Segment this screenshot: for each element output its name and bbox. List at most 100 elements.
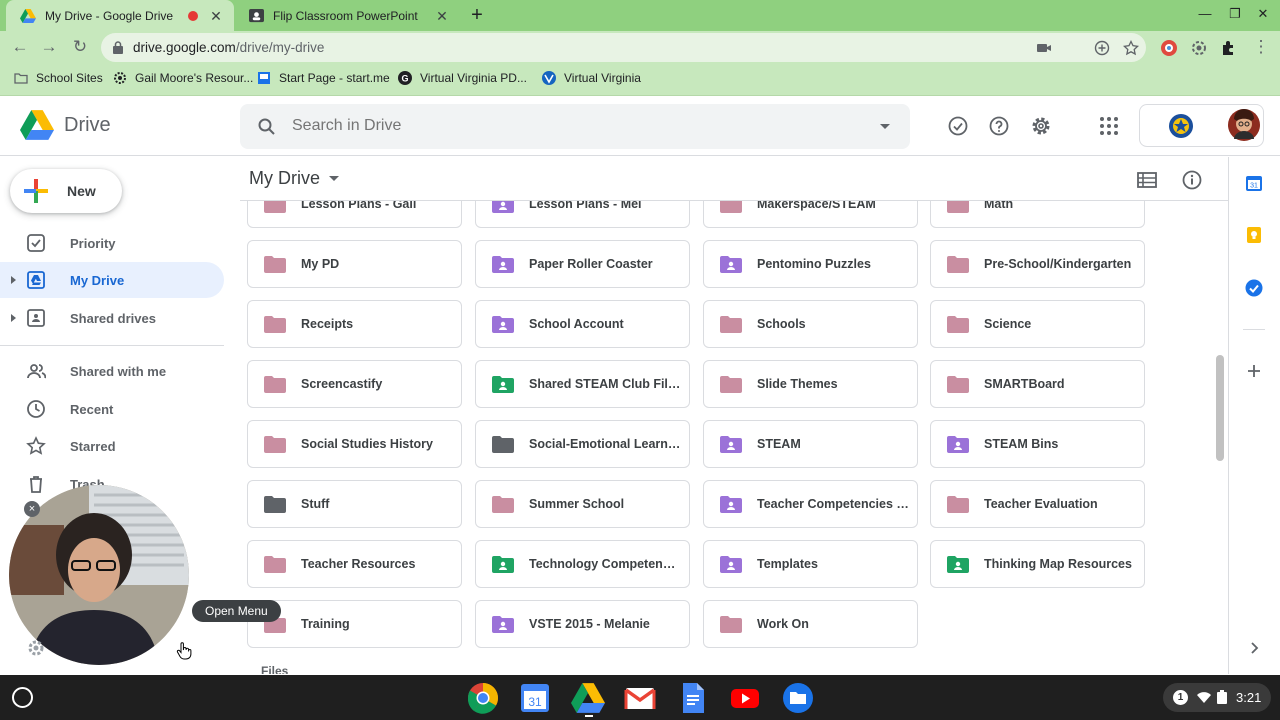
minimize-icon[interactable]: — — [1196, 6, 1214, 21]
forward-icon[interactable]: → — [38, 36, 60, 58]
sidebar-item-my-drive[interactable]: My Drive — [0, 262, 224, 298]
apps-grid-icon[interactable] — [1098, 115, 1120, 137]
folder-item[interactable]: Teacher Evaluation — [930, 480, 1145, 528]
back-icon[interactable]: ← — [9, 36, 31, 58]
offline-ready-icon[interactable] — [947, 115, 969, 137]
sidebar-item-recent[interactable]: Recent — [0, 391, 224, 427]
folder-item[interactable]: Pentomino Puzzles — [703, 240, 918, 288]
folder-item[interactable]: School Account — [475, 300, 690, 348]
search-input[interactable] — [292, 115, 852, 137]
calendar-icon[interactable]: 31 — [1245, 174, 1263, 192]
chevron-right-icon[interactable] — [1245, 639, 1263, 657]
bookmark-star-icon[interactable] — [1123, 40, 1139, 56]
folder-item[interactable]: Schools — [703, 300, 918, 348]
close-tab-icon[interactable]: ✕ — [434, 8, 450, 24]
chevron-down-icon[interactable] — [329, 176, 339, 181]
folder-item[interactable]: Social-Emotional Learnin... — [475, 420, 690, 468]
folder-item[interactable]: STEAM — [703, 420, 918, 468]
avatar[interactable] — [1228, 109, 1260, 141]
folder-icon — [14, 73, 28, 84]
bookmark-gail-moore[interactable]: Gail Moore's Resour... — [113, 71, 253, 85]
extensions-puzzle-icon[interactable] — [1220, 39, 1238, 57]
extension-gear-icon[interactable] — [1190, 39, 1208, 57]
bookmark-virtual-virginia-pd[interactable]: G Virtual Virginia PD... — [398, 71, 527, 85]
folder-item[interactable]: VSTE 2015 - Melanie — [475, 600, 690, 648]
organization-logo-icon[interactable] — [1168, 113, 1194, 139]
folder-item[interactable]: Pre-School/Kindergarten — [930, 240, 1145, 288]
folder-item[interactable]: Summer School — [475, 480, 690, 528]
folder-item[interactable]: Stuff — [247, 480, 462, 528]
folder-item[interactable]: Screencastify — [247, 360, 462, 408]
folder-item[interactable]: Teacher Resources — [247, 540, 462, 588]
folder-item[interactable]: Makerspace/STEAM — [703, 201, 918, 228]
reload-icon[interactable]: ↻ — [69, 36, 91, 58]
notification-count-badge[interactable]: 1 — [1173, 690, 1188, 705]
folder-name: Stuff — [301, 497, 330, 511]
close-window-icon[interactable]: ✕ — [1254, 6, 1272, 22]
new-tab-button[interactable]: + — [466, 4, 488, 26]
docs-app-icon[interactable] — [676, 681, 710, 715]
folder-item[interactable]: SMARTBoard — [930, 360, 1145, 408]
new-button-label: New — [67, 183, 96, 199]
bookmark-start-page[interactable]: Start Page - start.me — [257, 71, 390, 85]
drive-logo[interactable]: Drive — [20, 110, 111, 140]
files-app-icon[interactable] — [781, 681, 815, 715]
sidebar-item-starred[interactable]: Starred — [0, 428, 224, 464]
search-icon[interactable] — [257, 117, 277, 137]
camera-icon[interactable] — [1036, 40, 1052, 56]
folder-item[interactable]: Thinking Map Resources — [930, 540, 1145, 588]
folder-item[interactable]: Shared STEAM Club Files — [475, 360, 690, 408]
breadcrumb[interactable]: My Drive — [249, 168, 339, 189]
help-icon[interactable] — [988, 115, 1010, 137]
folder-item[interactable]: Work On — [703, 600, 918, 648]
folder-item[interactable]: Technology Competencies — [475, 540, 690, 588]
add-install-icon[interactable] — [1094, 40, 1110, 56]
info-icon[interactable] — [1181, 169, 1203, 191]
drive-app-icon[interactable] — [571, 681, 605, 715]
tab-my-drive[interactable]: My Drive - Google Drive ✕ — [6, 0, 234, 31]
folder-item[interactable]: Lesson Plans - Mel — [475, 201, 690, 228]
sidebar-item-priority[interactable]: Priority — [0, 225, 224, 261]
folder-item[interactable]: Slide Themes — [703, 360, 918, 408]
address-bar[interactable]: drive.google.com/drive/my-drive — [101, 33, 1146, 62]
settings-gear-icon[interactable] — [1030, 115, 1052, 137]
gmail-app-icon[interactable] — [623, 681, 657, 715]
keep-icon[interactable] — [1245, 226, 1263, 244]
chrome-app-icon[interactable] — [466, 681, 500, 715]
expand-arrow-icon[interactable] — [11, 276, 16, 284]
youtube-app-icon[interactable] — [728, 681, 762, 715]
folder-item[interactable]: Science — [930, 300, 1145, 348]
tasks-icon[interactable] — [1245, 279, 1263, 297]
shared-folder-icon — [720, 256, 742, 273]
search-options-icon[interactable] — [880, 124, 890, 129]
folder-item[interactable]: My PD — [247, 240, 462, 288]
folder-item[interactable]: Templates — [703, 540, 918, 588]
status-tray[interactable]: 1 3:21 — [1163, 683, 1271, 712]
folder-item[interactable]: Receipts — [247, 300, 462, 348]
list-view-icon[interactable] — [1136, 169, 1158, 191]
folder-item[interactable]: Math — [930, 201, 1145, 228]
expand-arrow-icon[interactable] — [11, 314, 16, 322]
close-tab-icon[interactable]: ✕ — [208, 8, 224, 24]
sidebar-item-shared-with-me[interactable]: Shared with me — [0, 353, 224, 389]
scrollbar[interactable] — [1216, 355, 1224, 461]
folder-item[interactable]: Lesson Plans - Gail — [247, 201, 462, 228]
folder-item[interactable]: STEAM Bins — [930, 420, 1145, 468]
bookmark-school-sites[interactable]: School Sites — [14, 71, 103, 85]
browser-menu-icon[interactable]: ⋮ — [1250, 36, 1272, 58]
search-bar[interactable] — [240, 104, 910, 149]
tab-flip-classroom[interactable]: Flip Classroom PowerPoint ✕ — [234, 0, 460, 31]
folder-item[interactable]: Paper Roller Coaster — [475, 240, 690, 288]
screencastify-extension-icon[interactable] — [1160, 39, 1178, 57]
sidebar-item-shared-drives[interactable]: Shared drives — [0, 300, 224, 336]
calendar-app-icon[interactable]: 31 — [518, 681, 552, 715]
folder-item[interactable]: Teacher Competencies 2... — [703, 480, 918, 528]
launcher-button[interactable] — [12, 687, 33, 708]
settings-gear-icon[interactable] — [26, 638, 46, 658]
folder-item[interactable]: Social Studies History — [247, 420, 462, 468]
bookmark-virtual-virginia[interactable]: Virtual Virginia — [542, 71, 641, 85]
close-webcam-icon[interactable]: × — [24, 501, 40, 517]
restore-icon[interactable]: ❐ — [1226, 6, 1244, 22]
new-button[interactable]: New — [10, 169, 122, 213]
add-addon-icon[interactable] — [1245, 362, 1263, 380]
